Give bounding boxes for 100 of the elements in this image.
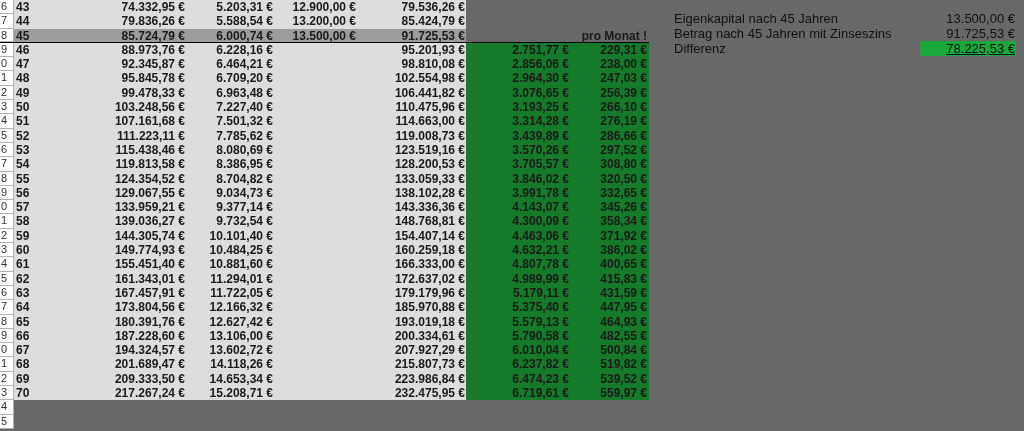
table-cell-text: 46 <box>15 42 31 58</box>
table-cell: 276,19 € <box>571 114 649 129</box>
summary-label: Betrag nach 45 Jahren mit Zinseszins <box>674 26 893 41</box>
table-cell-text: 49 <box>15 85 31 101</box>
summary-label: Eigenkapital nach 45 Jahren <box>674 11 840 26</box>
table-cell: 6.237,82 € <box>466 357 571 372</box>
table-cell-text: 74.332,95 € <box>120 0 186 15</box>
table-cell: 5.375,40 € <box>466 300 571 315</box>
table-cell-text: 98.810,08 € <box>400 57 466 72</box>
table-cell-text: 5.203,31 € <box>215 0 274 15</box>
table-cell-text: 53 <box>15 142 31 158</box>
table-cell-text: 47 <box>15 57 31 72</box>
table-cell-text: 223.986,84 € <box>393 371 466 386</box>
table-cell-text: 11.722,05 € <box>209 285 274 301</box>
table-cell-text: 62 <box>15 271 31 286</box>
table-cell-text: 103.248,56 € <box>113 100 186 115</box>
row-header: 0 <box>0 57 14 72</box>
table-cell-text: 102.554,98 € <box>393 71 466 86</box>
table-cell: 386,02 € <box>571 243 649 258</box>
row-header: 1 <box>0 357 14 372</box>
table-cell-text: 167.457,91 € <box>113 285 186 301</box>
table-cell-text: 95.201,93 € <box>400 42 466 58</box>
table-cell-text: 50 <box>15 100 31 115</box>
table-cell-text: 12.900,00 € <box>291 0 357 15</box>
table-cell-text: 9.034,73 € <box>215 185 274 201</box>
table-cell-text: 14.118,26 € <box>209 357 274 372</box>
table-cell: 4.300,09 € <box>466 214 571 229</box>
table-cell: 3.193,25 € <box>466 100 571 115</box>
table-cell-text: 14.653,34 € <box>208 371 274 386</box>
table-cell-text: 193.019,18 € <box>393 314 466 329</box>
table-cell-text: 128.200,53 € <box>393 157 466 172</box>
table-cell-text: 187.228,60 € <box>113 328 186 344</box>
table-cell-text: 160.259,18 € <box>393 243 466 258</box>
row-header: 0 <box>0 200 14 215</box>
table-cell-text: 43 <box>15 0 31 15</box>
table-cell-text: 13.602,72 € <box>208 343 274 358</box>
table-cell: 358,34 € <box>571 214 649 229</box>
table-cell-text: 10.484,25 € <box>208 243 274 258</box>
table-cell-text: 209.333,50 € <box>113 371 186 386</box>
table-cell-text: 7.785,62 € <box>215 128 274 143</box>
table-cell-text: 119.813,58 € <box>114 157 186 172</box>
table-cell-text: 8.704,82 € <box>215 171 274 186</box>
row-header: 4 <box>0 114 14 129</box>
table-cell-text: 88.973,76 € <box>120 42 186 58</box>
table-cell-text: 56 <box>15 185 31 201</box>
table-cell-text: 200.334,61 € <box>393 328 466 344</box>
table-cell-text: 55 <box>15 171 31 186</box>
table-cell-text: 9.732,54 € <box>215 214 274 229</box>
table-cell-text: 61 <box>15 257 31 272</box>
table-cell-text: 217.267,24 € <box>113 386 186 401</box>
table-cell-text: 70 <box>15 386 31 401</box>
table-cell-text: 12.166,32 € <box>208 300 274 315</box>
table-cell-text: 185.970,88 € <box>393 300 466 315</box>
table-cell: 266,10 € <box>571 100 649 115</box>
table-cell: 308,80 € <box>571 157 649 172</box>
table-cell-text: 144.305,74 € <box>113 228 186 244</box>
row-header: 3 <box>0 100 14 115</box>
table-cell-text: 59 <box>15 228 31 244</box>
table-cell-text: 123.519,16 € <box>393 142 466 158</box>
table-cell-text: 51 <box>15 114 31 129</box>
table-cell-text: 194.324,57 € <box>113 343 186 358</box>
table-cell-text: 155.451,40 € <box>113 257 186 272</box>
table-cell-text: 115.438,46 € <box>114 142 186 158</box>
summary-label: Differenz <box>674 41 727 56</box>
table-cell-text: 138.102,28 € <box>393 185 466 201</box>
table-cell-text: 143.336,36 € <box>393 200 466 215</box>
table-cell-text: 215.807,73 € <box>393 357 466 372</box>
table-cell: 519,82 € <box>571 357 649 372</box>
table-cell-text: 232.475,95 € <box>393 386 466 401</box>
table-cell-text: 6.000,74 € <box>215 28 274 42</box>
table-cell: 4.143,07 € <box>466 200 571 215</box>
table-cell-text: 13.106,00 € <box>208 328 274 344</box>
table-cell-text: 6.228,16 € <box>215 42 274 58</box>
table-cell-text: 6.709,20 € <box>215 71 274 86</box>
table-cell-text: 95.845,78 € <box>120 71 186 86</box>
table-cell-text: 79.536,26 € <box>400 0 466 15</box>
table-cell-text: 13.200,00 € <box>291 14 357 29</box>
table-cell-text: 67 <box>15 343 31 358</box>
table-cell-text: 148.768,81 € <box>393 214 466 229</box>
table-cell: 345,26 € <box>571 200 649 215</box>
table-cell-text: 5.588,54 € <box>215 14 274 29</box>
table-cell-text: 48 <box>15 71 31 86</box>
table-cell: 400,65 € <box>571 257 649 272</box>
table-cell-text: 91.725,53 € <box>400 28 466 42</box>
table-cell-text: 154.407,14 € <box>393 228 466 244</box>
table-cell-text: 180.391,76 € <box>113 314 186 329</box>
table-cell: 3.705,57 € <box>466 157 571 172</box>
table-cell-text: 149.774,93 € <box>113 243 186 258</box>
table-cell-text: 92.345,87 € <box>120 57 186 72</box>
table-cell-text: 6.464,21 € <box>215 57 274 72</box>
table-cell-text: 68 <box>15 357 31 372</box>
table-cell: 3.314,28 € <box>466 114 571 129</box>
table-cell-text: 7.501,32 € <box>215 114 274 129</box>
row-header: 1 <box>0 71 14 86</box>
table-cell-text: 85.724,79 € <box>120 28 186 42</box>
table-cell-text: 44 <box>15 14 31 29</box>
summary-value: 78.225,53 € <box>920 41 1016 56</box>
table-cell-text: 166.333,00 € <box>393 257 466 272</box>
row-header: 4 <box>0 400 14 415</box>
table-cell: 2.964,30 € <box>466 71 571 86</box>
